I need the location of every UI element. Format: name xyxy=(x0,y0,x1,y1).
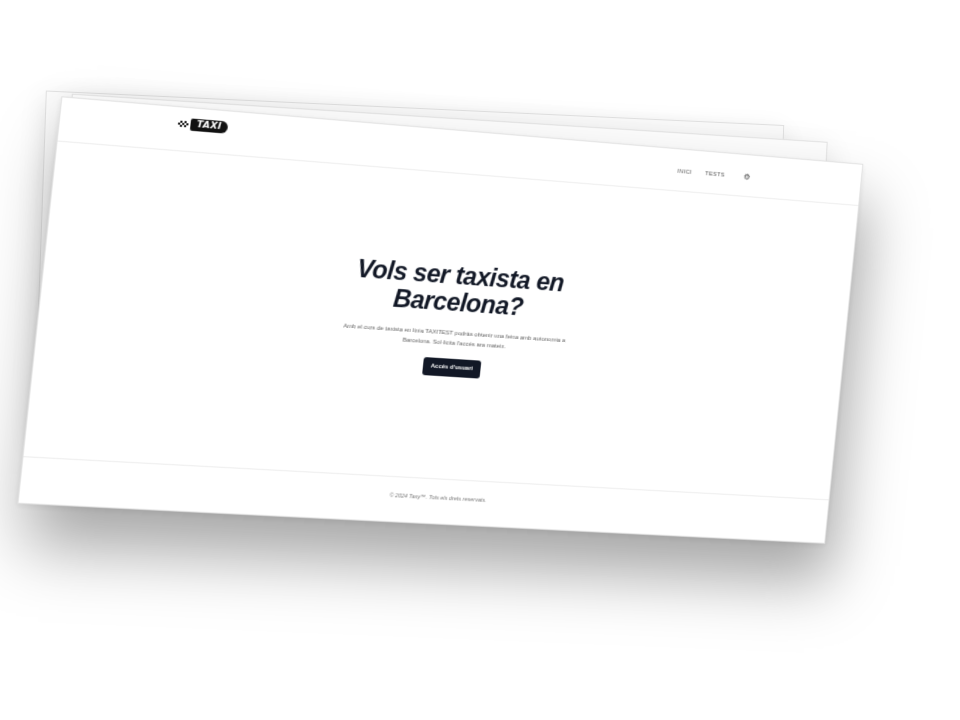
page-stage: TAXI INICI TESTS ⚙ Vols ser taxista en B… xyxy=(0,0,960,720)
hero-title: Vols ser taxista en Barcelona? xyxy=(355,254,566,322)
checkered-flag-icon xyxy=(177,120,189,128)
main-nav: INICI TESTS ⚙ xyxy=(677,167,751,181)
nav-link-tests[interactable]: TESTS xyxy=(705,171,725,178)
user-access-button[interactable]: Accés d'usuari xyxy=(421,357,482,379)
logo-text: TAXI xyxy=(189,118,229,134)
nav-link-inici[interactable]: INICI xyxy=(677,168,692,175)
browser-page: TAXI INICI TESTS ⚙ Vols ser taxista en B… xyxy=(17,96,864,544)
hero-description: Amb el curs de taxista en línia TAXITEST… xyxy=(342,323,566,351)
footer-divider xyxy=(23,456,829,501)
site-logo[interactable]: TAXI xyxy=(177,117,229,134)
hero-section: Vols ser taxista en Barcelona? Amb el cu… xyxy=(35,233,850,401)
gear-icon[interactable]: ⚙ xyxy=(743,172,751,181)
site-footer: © 2024 Taxy™. Tots els drets reservats. xyxy=(389,492,487,504)
